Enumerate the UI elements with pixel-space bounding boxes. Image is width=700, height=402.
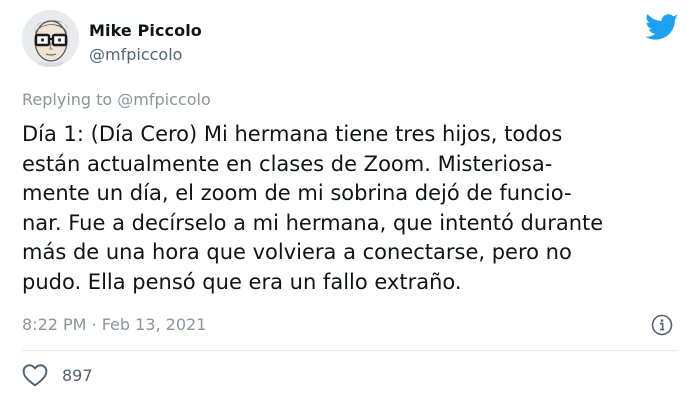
tweet-text: Día 1: (Día Cero) Mi hermana tiene tres … — [22, 120, 692, 297]
heart-icon — [22, 364, 48, 387]
replying-to-label[interactable]: Replying to @mfpiccolo — [22, 90, 211, 109]
twitter-bird-icon[interactable] — [645, 14, 679, 42]
tweet-text-line: mente un día, el zoom de mi sobrina dejó… — [22, 181, 572, 205]
tweet-text-line: pudo. Ella pensó que era un fallo extrañ… — [22, 269, 462, 294]
like-button[interactable]: 897 — [22, 363, 93, 387]
like-count: 897 — [62, 365, 93, 385]
divider — [22, 350, 678, 351]
avatar-image — [22, 10, 79, 67]
tweet-text-line: nar. Fue a decírselo a mi hermana, que i… — [22, 210, 604, 235]
tweet-text-line: están actualmente en clases de Zoom. Mis… — [22, 151, 553, 176]
avatar[interactable] — [22, 10, 79, 67]
info-icon[interactable] — [651, 314, 673, 336]
tweet-text-line: Día 1: (Día Cero) Mi hermana tiene tres … — [22, 122, 563, 146]
tweet-timestamp[interactable]: 8:22 PM · Feb 13, 2021 — [22, 315, 206, 334]
tweet-text-line: más de una hora que volviera a conectars… — [22, 240, 572, 264]
author-display-name[interactable]: Mike Piccolo — [89, 21, 202, 40]
author-handle[interactable]: @mfpiccolo — [89, 45, 182, 64]
